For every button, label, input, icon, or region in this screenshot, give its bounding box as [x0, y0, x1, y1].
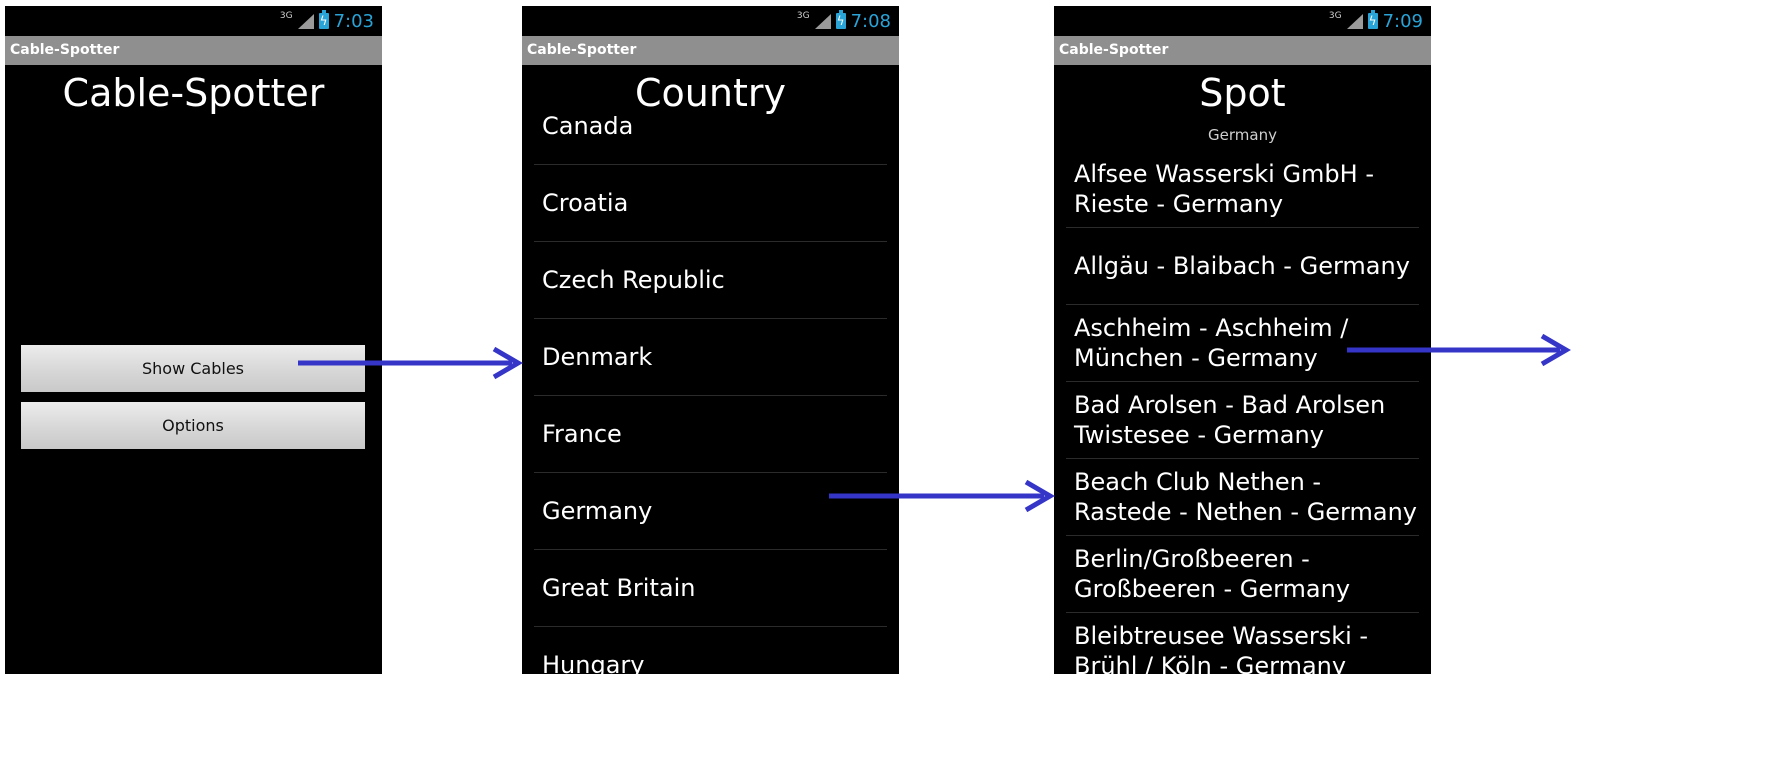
arrow-to-spot — [829, 479, 1055, 513]
arrow-to-next — [1347, 333, 1571, 367]
arrow-to-country — [298, 346, 523, 380]
page-title: Country — [522, 70, 899, 116]
